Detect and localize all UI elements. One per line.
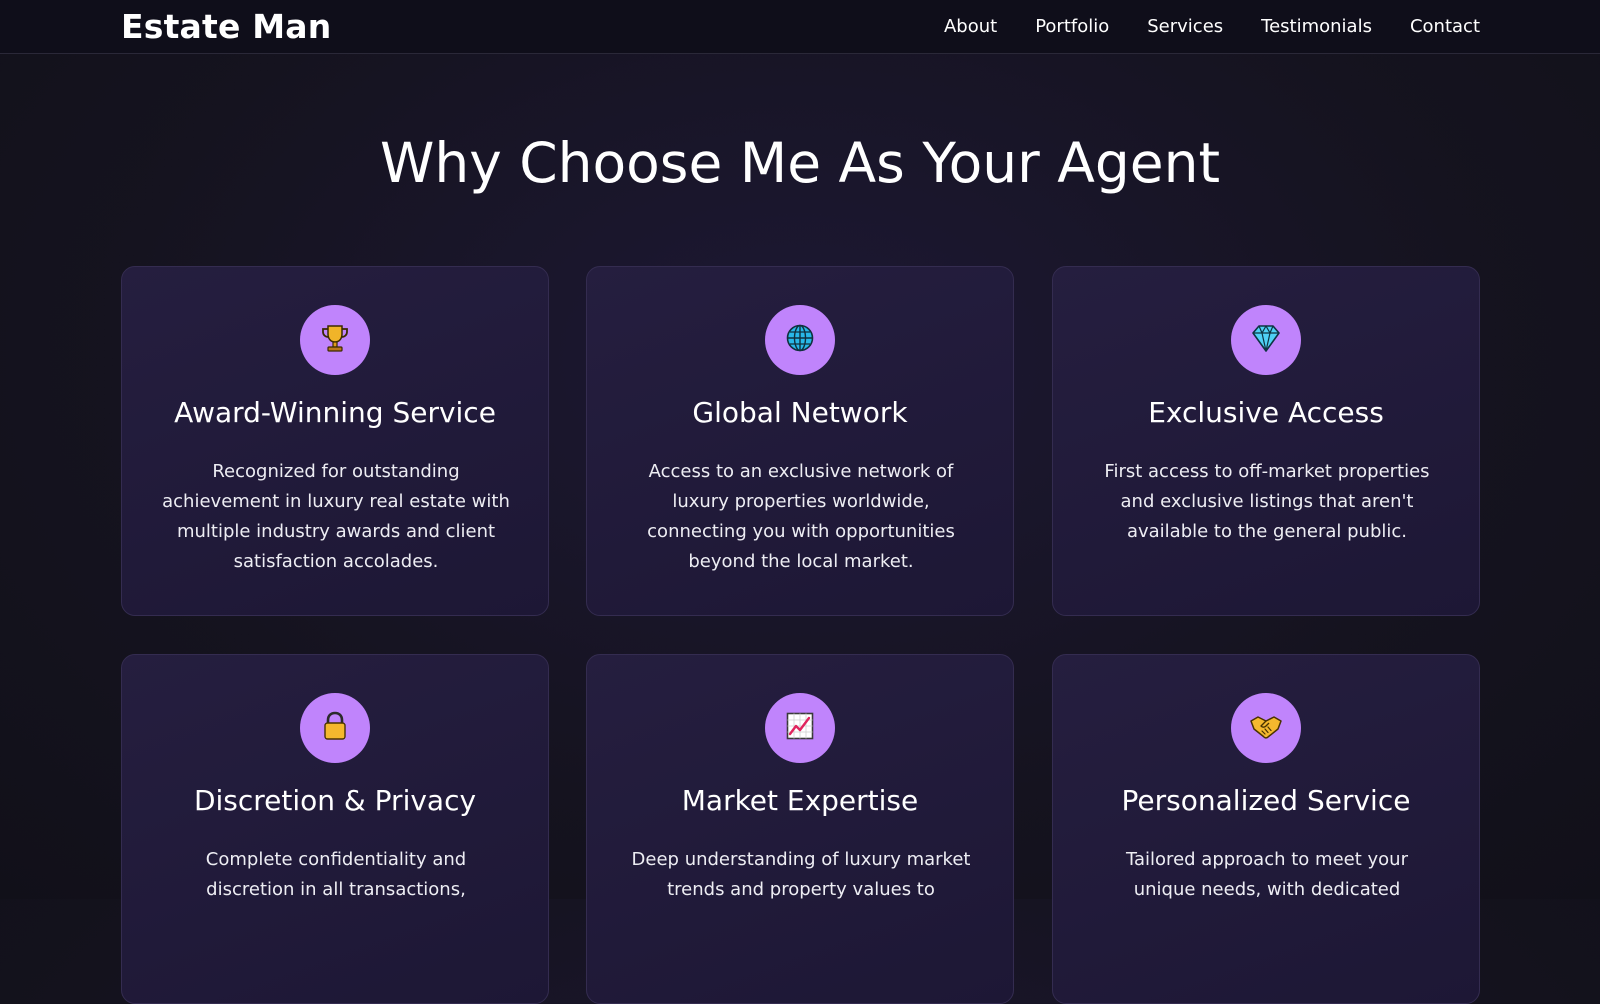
feature-title: Discretion & Privacy (193, 784, 477, 817)
feature-card-award: Award-Winning Service Recognized for out… (121, 266, 549, 616)
feature-description: Recognized for outstanding achievement i… (162, 461, 510, 572)
nav-link-about[interactable]: About (944, 14, 997, 40)
globe-icon (785, 323, 815, 357)
feature-description: Access to an exclusive network of luxury… (647, 461, 955, 572)
feature-title: Award-Winning Service (174, 396, 496, 429)
nav-link-contact[interactable]: Contact (1410, 14, 1480, 40)
section-title: Why Choose Me As Your Agent (379, 131, 1221, 195)
feature-description: First access to off-market properties an… (1104, 461, 1430, 542)
feature-card-discretion: Discretion & Privacy Complete confidenti… (121, 654, 549, 1004)
feature-card-global: Global Network Access to an exclusive ne… (586, 266, 1014, 616)
top-navbar: Estate Man About Portfolio Services Test… (0, 0, 1600, 54)
feature-card-market: Market Expertise Deep understanding of l… (586, 654, 1014, 1004)
nav-link-portfolio[interactable]: Portfolio (1035, 14, 1109, 40)
trophy-icon (319, 322, 351, 358)
feature-card-exclusive: Exclusive Access First access to off-mar… (1052, 266, 1480, 616)
feature-card-personalized: Personalized Service Tailored approach t… (1052, 654, 1480, 1004)
nav-links: About Portfolio Services Testimonials Co… (944, 14, 1480, 40)
handshake-icon (1249, 711, 1283, 745)
feature-title: Global Network (692, 396, 908, 429)
brand-logo[interactable]: Estate Man (121, 6, 331, 48)
feature-icon-circle (300, 693, 370, 763)
nav-link-services[interactable]: Services (1147, 14, 1223, 40)
feature-description: Tailored approach to meet your unique ne… (1126, 849, 1408, 900)
feature-icon-circle (765, 693, 835, 763)
feature-icon-circle (1231, 305, 1301, 375)
nav-link-testimonials[interactable]: Testimonials (1261, 14, 1372, 40)
feature-icon-circle (300, 305, 370, 375)
lock-icon (320, 710, 350, 746)
feature-description: Deep understanding of luxury market tren… (631, 849, 971, 900)
feature-icon-circle (765, 305, 835, 375)
feature-title: Exclusive Access (1148, 396, 1384, 429)
feature-title: Personalized Service (1121, 784, 1411, 817)
feature-description: Complete confidentiality and discretion … (205, 849, 467, 900)
chart-increasing-icon (785, 711, 815, 745)
feature-title: Market Expertise (681, 784, 919, 817)
diamond-icon (1250, 323, 1282, 357)
feature-icon-circle (1231, 693, 1301, 763)
